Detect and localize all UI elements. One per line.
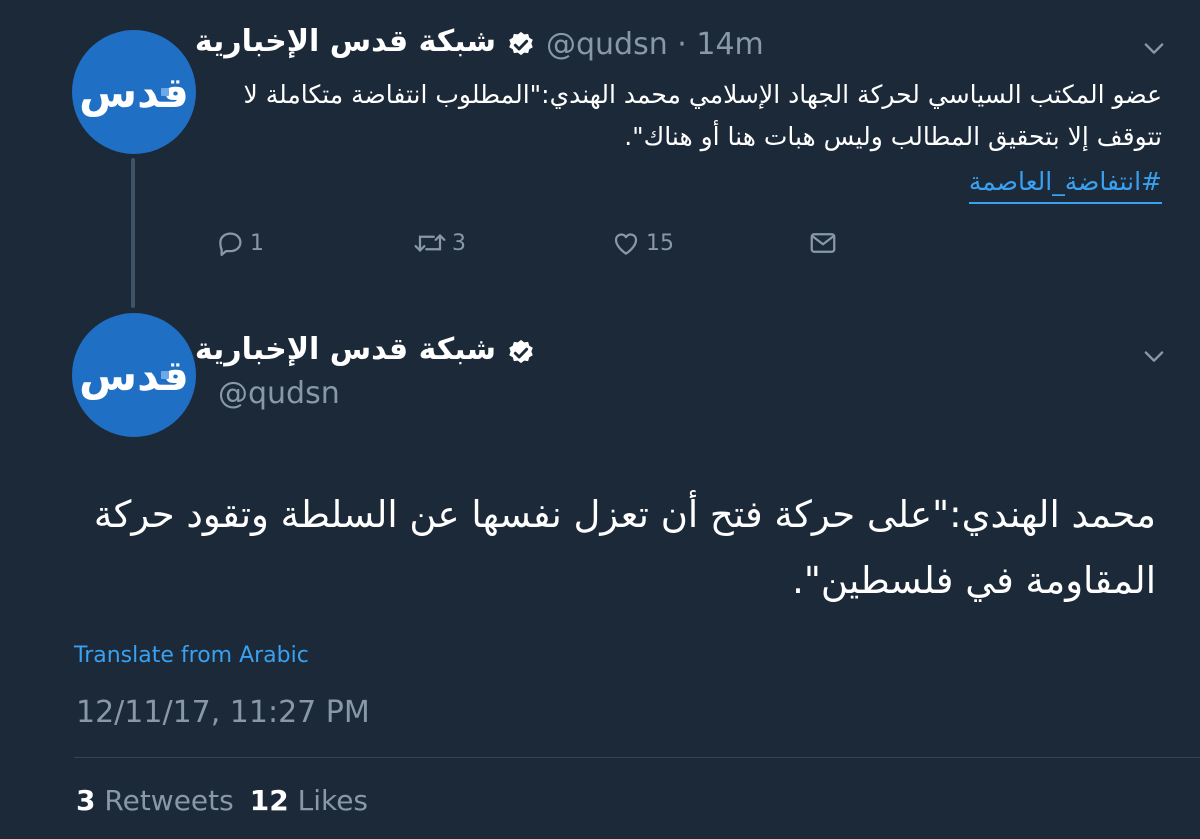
retweet-count: 3: [452, 230, 466, 256]
display-name[interactable]: شبكة قدس الإخبارية: [195, 332, 496, 367]
verified-badge-icon: [509, 339, 533, 364]
tweet-timestamp: 12/11/17, 11:27 PM: [76, 695, 370, 730]
tweet-actions: 1 3 15: [0, 228, 1200, 260]
translate-link[interactable]: Translate from Arabic: [74, 643, 309, 668]
logo-accent-mark: [161, 88, 169, 96]
tweet-detail-view: قدس شبكة قدس الإخبارية @qudsn · 14m عضو …: [0, 0, 1200, 839]
avatar-logo-text: قدس: [79, 67, 189, 117]
retweets-label: Retweets: [104, 784, 234, 817]
retweets-stat[interactable]: 3 Retweets: [76, 784, 234, 817]
chevron-down-icon[interactable]: [1140, 342, 1168, 370]
likes-stat[interactable]: 12 Likes: [250, 784, 368, 817]
heart-icon: [614, 233, 638, 255]
like-count: 15: [646, 230, 674, 256]
hashtag-link[interactable]: #انتفاضة_العاصمة: [968, 162, 1162, 204]
reply-button[interactable]: 1: [216, 228, 264, 258]
logo-accent-mark: [161, 371, 169, 379]
verified-badge-icon: [509, 31, 533, 56]
avatar[interactable]: قدس: [72, 30, 196, 154]
retweets-count: 3: [76, 784, 96, 817]
likes-count: 12: [249, 784, 289, 817]
handle-and-time[interactable]: @qudsn · 14m: [546, 27, 764, 62]
display-name[interactable]: شبكة قدس الإخبارية: [195, 24, 496, 59]
likes-label: Likes: [297, 784, 369, 817]
handle[interactable]: @qudsn: [218, 376, 340, 411]
reply-count: 1: [250, 230, 264, 256]
avatar[interactable]: قدس: [72, 313, 196, 437]
tweet-text: محمد الهندي:"على حركة فتح أن تعزل نفسها …: [93, 493, 1156, 602]
chevron-down-icon[interactable]: [1140, 34, 1168, 62]
direct-message-button[interactable]: [806, 228, 840, 258]
tweet-text: عضو المكتب السياسي لحركة الجهاد الإسلامي…: [243, 80, 1162, 151]
tweet-stats: 3 Retweets 12 Likes: [76, 784, 368, 817]
avatar-logo-text: قدس: [79, 350, 189, 400]
divider: [74, 757, 1200, 758]
like-button[interactable]: 15: [610, 228, 674, 258]
envelope-icon: [810, 233, 836, 253]
retweet-button[interactable]: 3: [412, 228, 466, 258]
retweet-icon: [414, 234, 446, 252]
reply-icon: [219, 232, 242, 256]
